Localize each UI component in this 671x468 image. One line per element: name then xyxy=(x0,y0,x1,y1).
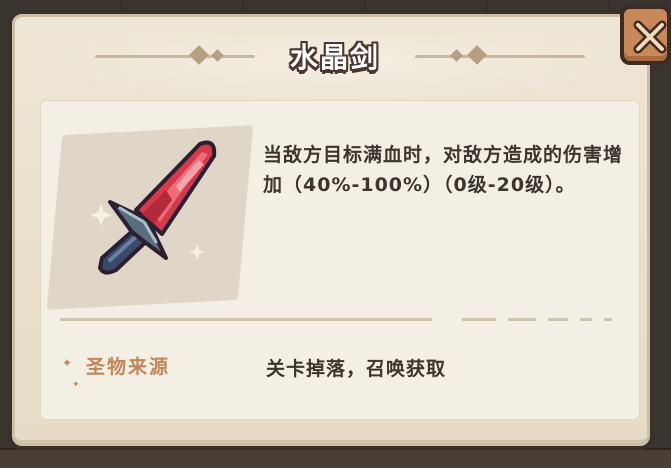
divider-dash xyxy=(462,318,496,321)
source-value: 关卡掉落，召唤获取 xyxy=(266,358,447,380)
source-label: 圣物来源 xyxy=(86,356,171,378)
divider-dash xyxy=(548,318,568,321)
wooden-frame-bottom xyxy=(0,448,671,468)
sparkle-icon: ✦ xyxy=(72,380,80,390)
close-button[interactable] xyxy=(620,5,671,65)
close-x-icon xyxy=(633,20,667,54)
item-description: 当敌方目标满血时，对敌方造成的伤害增加（40%-100%）（0级-20级）。 xyxy=(263,144,624,196)
crystal-sword-icon xyxy=(80,130,240,290)
divider-dash xyxy=(580,318,592,321)
title-line-right xyxy=(415,55,585,58)
divider xyxy=(60,318,432,321)
title-line-left xyxy=(95,55,255,58)
sparkle-icon: ✦ xyxy=(62,356,73,370)
divider-dash xyxy=(508,318,536,321)
divider-dash xyxy=(604,318,612,321)
item-title: 水晶剑 xyxy=(289,41,380,74)
